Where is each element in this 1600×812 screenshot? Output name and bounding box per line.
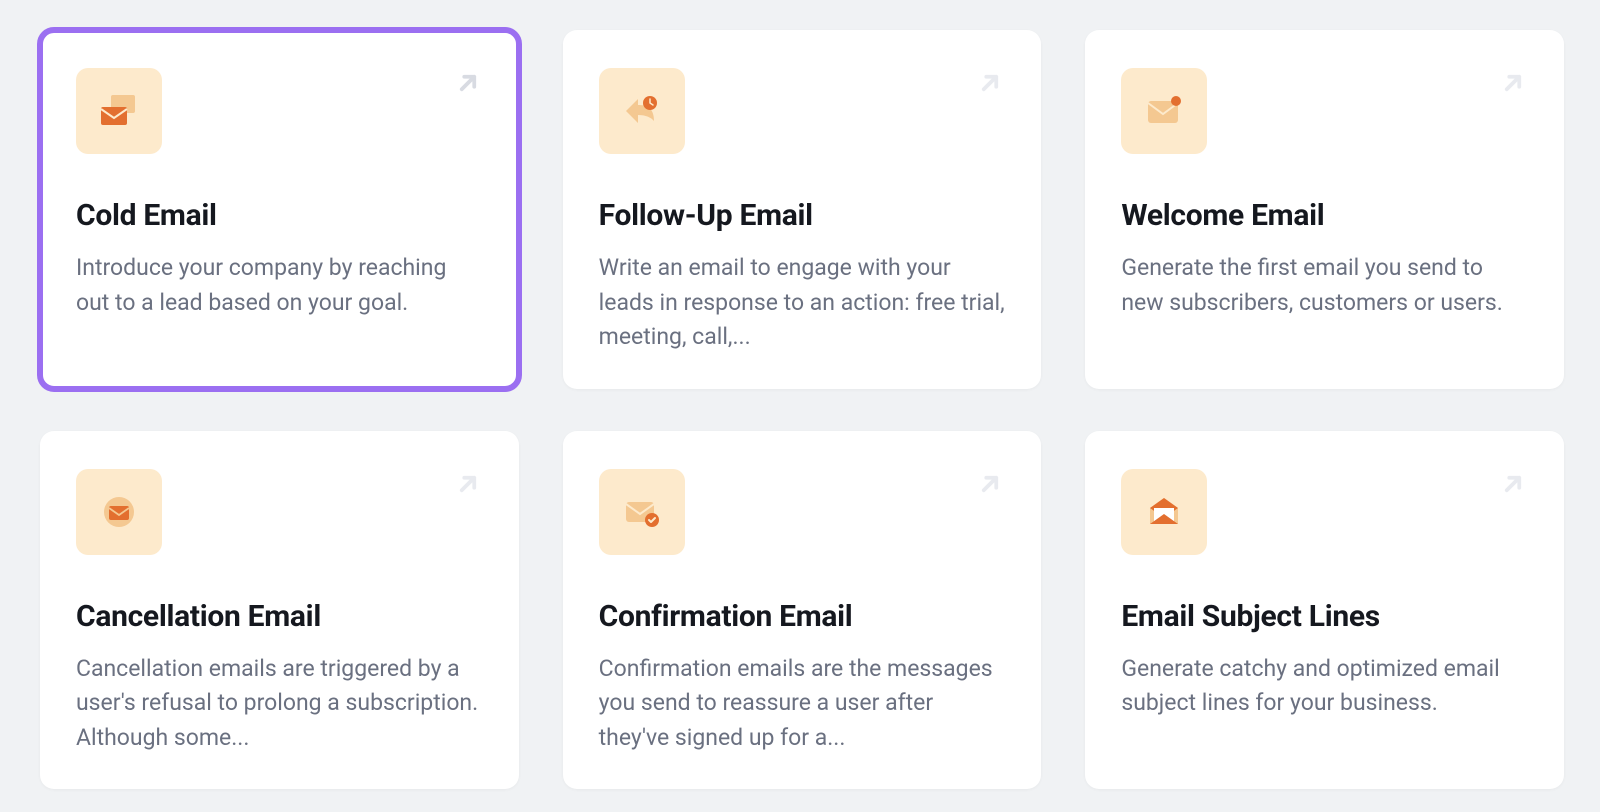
card-title: Cancellation Email <box>76 599 483 634</box>
card-welcome-email[interactable]: Welcome Email Generate the first email y… <box>1085 30 1564 389</box>
card-title: Email Subject Lines <box>1121 599 1528 634</box>
card-follow-up-email[interactable]: Follow-Up Email Write an email to engage… <box>563 30 1042 389</box>
envelope-dot-icon <box>1121 68 1207 154</box>
card-cold-email[interactable]: Cold Email Introduce your company by rea… <box>40 30 519 389</box>
card-description: Generate the first email you send to new… <box>1121 251 1528 320</box>
arrow-up-right-icon <box>975 68 1005 98</box>
arrow-up-right-icon <box>1498 469 1528 499</box>
card-cancellation-email[interactable]: Cancellation Email Cancellation emails a… <box>40 431 519 790</box>
card-confirmation-email[interactable]: Confirmation Email Confirmation emails a… <box>563 431 1042 790</box>
arrow-up-right-icon <box>453 68 483 98</box>
envelope-check-icon <box>599 469 685 555</box>
card-title: Confirmation Email <box>599 599 1006 634</box>
card-description: Generate catchy and optimized email subj… <box>1121 652 1528 721</box>
template-grid: Cold Email Introduce your company by rea… <box>40 30 1564 789</box>
reply-clock-icon <box>599 68 685 154</box>
card-title: Cold Email <box>76 198 483 233</box>
arrow-up-right-icon <box>453 469 483 499</box>
card-header <box>1121 469 1528 555</box>
card-header <box>76 469 483 555</box>
card-header <box>599 68 1006 154</box>
card-description: Introduce your company by reaching out t… <box>76 251 483 320</box>
card-description: Confirmation emails are the messages you… <box>599 652 1006 756</box>
card-header <box>599 469 1006 555</box>
card-header <box>76 68 483 154</box>
envelope-solid-icon <box>76 469 162 555</box>
card-email-subject-lines[interactable]: Email Subject Lines Generate catchy and … <box>1085 431 1564 790</box>
envelope-open-icon <box>1121 469 1207 555</box>
card-title: Welcome Email <box>1121 198 1528 233</box>
card-description: Cancellation emails are triggered by a u… <box>76 652 483 756</box>
card-title: Follow-Up Email <box>599 198 1006 233</box>
envelopes-icon <box>76 68 162 154</box>
arrow-up-right-icon <box>1498 68 1528 98</box>
card-header <box>1121 68 1528 154</box>
arrow-up-right-icon <box>975 469 1005 499</box>
card-description: Write an email to engage with your leads… <box>599 251 1006 355</box>
